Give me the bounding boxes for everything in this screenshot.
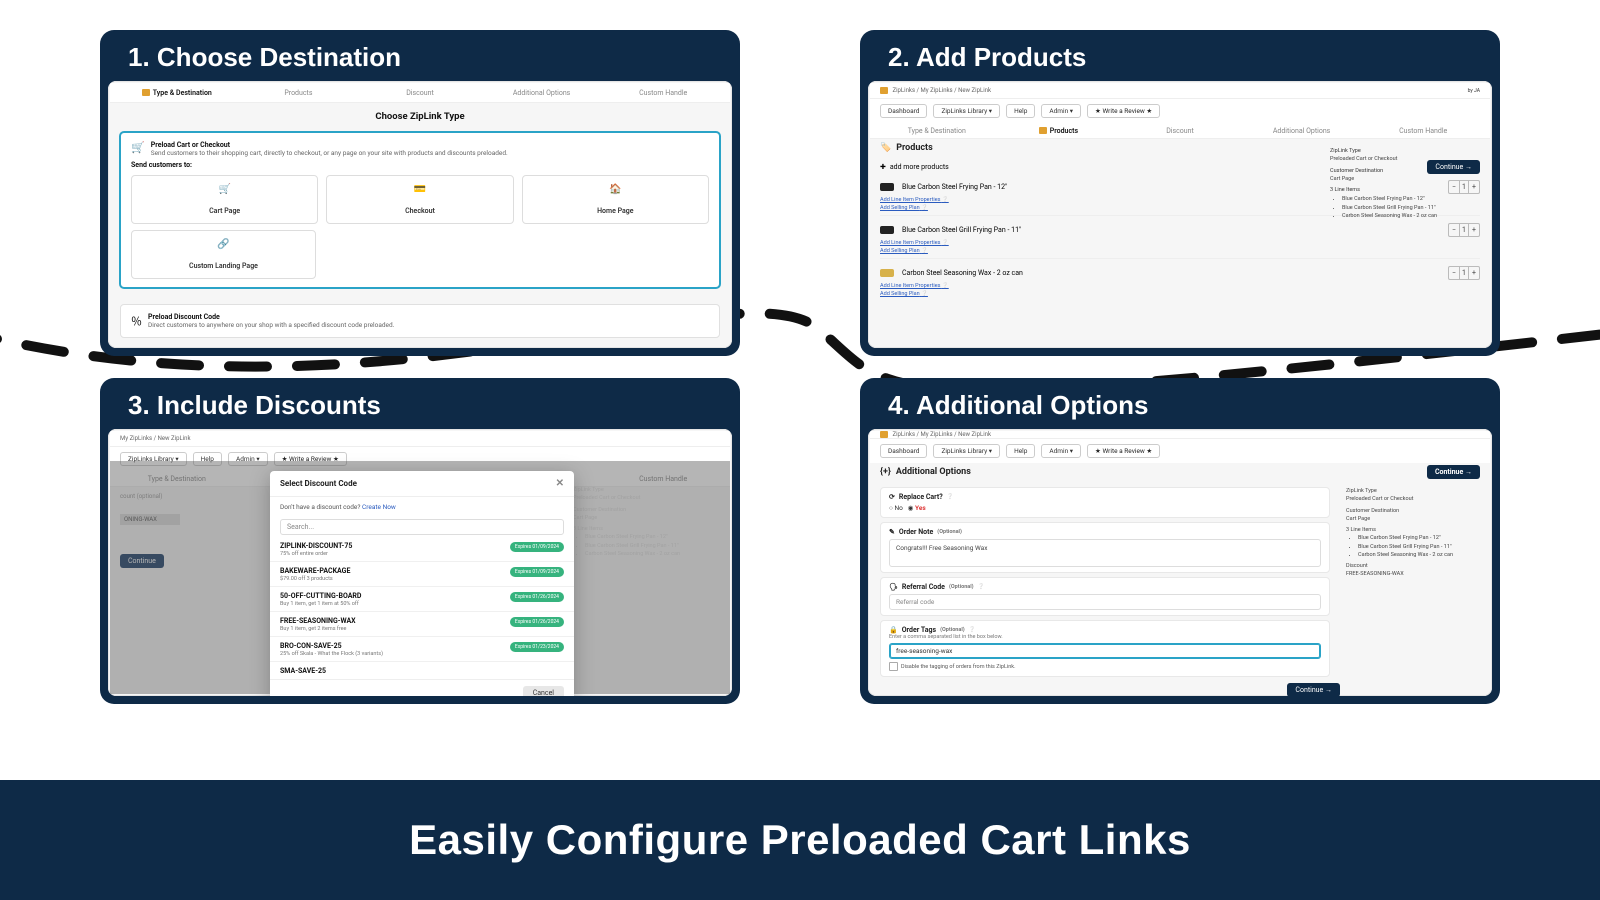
banner-text: Easily Configure Preloaded Cart Links [409, 816, 1191, 864]
breadcrumb: My ZipLinks / New ZipLink [110, 431, 730, 447]
help-button[interactable]: Help [1006, 444, 1035, 458]
product-row: Blue Carbon Steel Grill Frying Pan - 11"… [870, 221, 1490, 239]
tag-icon [1039, 127, 1047, 134]
logo-icon [880, 431, 888, 438]
create-discount-link[interactable]: Create Now [362, 503, 396, 511]
tab-discount[interactable]: Discount [1119, 127, 1241, 135]
panel-include-discounts: 3. Include Discounts My ZipLinks / New Z… [100, 378, 740, 704]
write-review-button[interactable]: ★ Write a Review ★ [1087, 444, 1160, 458]
help-button[interactable]: Help [1006, 104, 1035, 118]
add-selling-plan[interactable]: Add Selling Plan ❔ [870, 290, 1490, 298]
link-icon: 🔗 [136, 239, 311, 250]
library-button[interactable]: ZipLinks Library ▾ [933, 444, 1000, 458]
panel-title: 3. Include Discounts [108, 386, 732, 429]
dashboard-button[interactable]: Dashboard [880, 444, 927, 458]
dest-checkout[interactable]: 💳Checkout [326, 175, 513, 224]
cart-page-icon: 🛒 [136, 184, 313, 195]
product-thumb [880, 183, 894, 191]
order-note-input[interactable]: Congrats!!! Free Seasoning Wax [889, 539, 1321, 567]
discount-item[interactable]: ZIPLINK-DISCOUNT-7575% off entire orderE… [270, 537, 574, 562]
write-review-button[interactable]: ★ Write a Review ★ [1087, 104, 1160, 118]
note-icon: ✎ [889, 528, 895, 536]
breadcrumb: ZipLinks / My ZipLinks / New ZipLink [870, 431, 1490, 439]
dest-home-page[interactable]: 🏠Home Page [522, 175, 709, 224]
cart-icon: 🛒 [131, 141, 145, 154]
logo-icon [880, 87, 888, 94]
quantity-stepper[interactable]: −1+ [1448, 223, 1480, 237]
tab-custom-handle[interactable]: Custom Handle [1362, 127, 1484, 135]
product-thumb [880, 269, 894, 277]
discount-item[interactable]: BAKEWARE-PACKAGE$79.00 off 3 productsExp… [270, 562, 574, 587]
product-thumb [880, 226, 894, 234]
discount-item[interactable]: BRO-CON-SAVE-2525% off Skala - What the … [270, 637, 574, 662]
add-more-products[interactable]: add more products [890, 163, 949, 171]
referral-input[interactable]: Referral code [889, 594, 1321, 610]
tag-icon: 🏷️ [880, 143, 891, 153]
order-note-block: ✎Order Note (Optional) Congrats!!! Free … [880, 522, 1330, 573]
order-tags-input[interactable]: free-seasoning-wax [889, 643, 1321, 659]
dest-custom-landing[interactable]: 🔗Custom Landing Page [131, 230, 316, 279]
preload-discount-card[interactable]: ％ Preload Discount Code Direct customers… [120, 304, 720, 338]
replace-icon: ⟳ [889, 493, 895, 501]
avatar: by JA [1468, 88, 1480, 94]
discount-list: ZIPLINK-DISCOUNT-7575% off entire orderE… [270, 537, 574, 679]
library-button[interactable]: ZipLinks Library ▾ [933, 104, 1000, 118]
discount-item[interactable]: SMA-SAVE-25 [270, 662, 574, 679]
order-tags-block: 🔒Order Tags (Optional) ❔ Enter a comma s… [880, 620, 1330, 677]
tab-products[interactable]: Products [238, 89, 360, 97]
tab-products[interactable]: Products [998, 127, 1120, 135]
panel-add-products: 2. Add Products ZipLinks / My ZipLinks /… [860, 30, 1500, 356]
add-selling-plan[interactable]: Add Selling Plan ❔ [870, 247, 1490, 255]
panel-title: 1. Choose Destination [108, 38, 732, 81]
footer-banner: Easily Configure Preloaded Cart Links [0, 780, 1600, 900]
discount-item[interactable]: FREE-SEASONING-WAXBuy 1 item, get 2 item… [270, 612, 574, 637]
panel-title: 2. Add Products [868, 38, 1492, 81]
tab-custom-handle[interactable]: Custom Handle [602, 89, 724, 97]
panel-choose-destination: 1. Choose Destination Type & Destination… [100, 30, 740, 356]
tab-additional-options[interactable]: Additional Options [481, 89, 603, 97]
replace-cart-block: ⟳Replace Cart? ❔ ○ No ◉ Yes [880, 487, 1330, 518]
percent-icon: ％ [131, 313, 142, 329]
continue-button-bottom[interactable]: Continue → [1287, 683, 1340, 696]
disable-tagging-checkbox[interactable]: Disable the tagging of orders from this … [889, 662, 1321, 671]
tab-additional-options[interactable]: Additional Options [1241, 127, 1363, 135]
referral-icon: 🗣 [889, 583, 898, 591]
discount-item[interactable]: 50-OFF-CUTTING-BOARDBuy 1 item, get 1 it… [270, 587, 574, 612]
referral-block: 🗣Referral Code (Optional) ❔ Referral cod… [880, 577, 1330, 616]
dest-cart-page[interactable]: 🛒Cart Page [131, 175, 318, 224]
add-line-item-props[interactable]: Add Line Item Properties ❔ [870, 282, 1490, 290]
tab-type-destination[interactable]: Type & Destination [876, 127, 998, 135]
lock-icon: 🔒 [889, 626, 898, 634]
home-icon: 🏠 [527, 184, 704, 195]
quantity-stepper[interactable]: −1+ [1448, 266, 1480, 280]
breadcrumb: ZipLinks / My ZipLinks / New ZipLinkby J… [870, 83, 1490, 99]
discount-modal: Select Discount Code✕ Don't have a disco… [270, 471, 574, 696]
checkout-icon: 💳 [331, 184, 508, 195]
braces-icon: {+} [880, 467, 891, 477]
continue-button[interactable]: Continue → [1427, 465, 1480, 479]
panel-additional-options: 4. Additional Options ZipLinks / My ZipL… [860, 378, 1500, 704]
wizard-tabs: Type & Destination Products Discount Add… [110, 83, 730, 103]
admin-button[interactable]: Admin ▾ [1041, 104, 1081, 118]
toolbar: Dashboard ZipLinks Library ▾ Help Admin … [870, 439, 1490, 463]
add-line-item-props[interactable]: Add Line Item Properties ❔ [870, 239, 1490, 247]
choose-type-heading: Choose ZipLink Type [110, 103, 730, 124]
tab-type-destination[interactable]: Type & Destination [116, 89, 238, 97]
add-icon: ✚ [880, 163, 886, 171]
cancel-button[interactable]: Cancel [523, 686, 564, 696]
close-icon[interactable]: ✕ [556, 478, 564, 489]
product-row: Carbon Steel Seasoning Wax - 2 oz can −1… [870, 264, 1490, 282]
search-input[interactable]: Search... [280, 519, 564, 535]
tab-discount[interactable]: Discount [359, 89, 481, 97]
preload-cart-card[interactable]: 🛒 Preload Cart or Checkout Send customer… [120, 132, 720, 288]
summary-sidebar: ZipLink TypePreloaded Cart or Checkout C… [1340, 483, 1490, 696]
tag-icon [142, 89, 150, 96]
admin-button[interactable]: Admin ▾ [1041, 444, 1081, 458]
summary-sidebar: ZipLink Type Preloaded Cart or Checkout … [1330, 147, 1480, 220]
toolbar: Dashboard ZipLinks Library ▾ Help Admin … [870, 99, 1490, 123]
panel-title: 4. Additional Options [868, 386, 1492, 429]
replace-cart-radio[interactable]: ○ No ◉ Yes [889, 504, 1321, 512]
dashboard-button[interactable]: Dashboard [880, 104, 927, 118]
